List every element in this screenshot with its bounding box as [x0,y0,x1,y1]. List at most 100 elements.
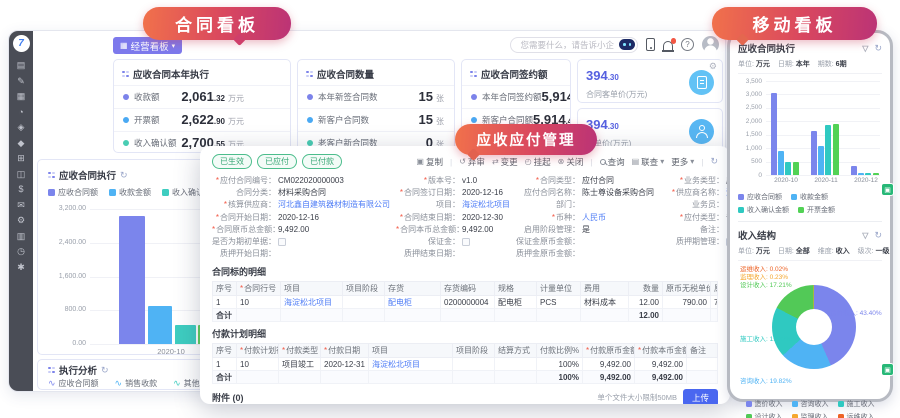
column-header: *付款原币金额 [583,344,635,358]
legend-item[interactable]: 应收合同额 [738,192,782,202]
legend-item[interactable]: 监理收入 [792,412,829,418]
field-value[interactable]: 人民币 [582,212,606,223]
metric-card-column: 394.30合同客单价(万元)⚙394.30客单价(万元) [577,59,723,152]
required-asterisk: * [240,284,243,293]
assistant-search-input[interactable]: 您需要什么，请告诉小企 [510,37,638,53]
stat-card: 应收合同数量本年新签合同数15张新客户合同数15张老客户新合同数0张 [297,59,455,153]
stat-label: 开票额 [134,114,160,126]
toolbar-suspend-button[interactable]: ◴挂起 [525,156,551,168]
folder-icon[interactable]: ▤ [17,61,26,70]
table-link[interactable]: 海淀松北项目 [284,298,332,307]
phone-icon[interactable] [646,38,655,51]
bar [148,306,172,344]
refresh-icon[interactable]: ↻ [874,43,882,54]
user-avatar[interactable] [702,36,719,53]
filter-funnel-icon[interactable]: ▽ [862,231,868,240]
legend-item[interactable]: 收款金额 [109,187,151,198]
legend-item[interactable]: 运维收入 [838,412,875,418]
asset-icon[interactable]: ◆ [17,139,26,148]
notification-bell-icon[interactable] [663,41,673,50]
toolbar-search-button[interactable]: 查询 [600,156,625,168]
chevron-down-icon: ▾ [172,42,176,50]
apps-icon[interactable]: ◫ [17,170,26,179]
required-asterisk: * [282,346,285,355]
field-value[interactable]: 河北鑫自建筑器材制造有限公司 [278,199,390,210]
legend-item[interactable]: 收入确认金额 [738,205,789,215]
app-logo[interactable]: 7 [13,35,30,52]
table-link[interactable]: 海淀松北项目 [372,360,420,369]
required-asterisk: * [680,176,683,185]
help-icon[interactable]: ? [681,38,694,51]
upload-button[interactable]: 上传 [683,389,718,404]
legend-item[interactable]: 开票金额 [798,205,835,215]
mobile-chart-legend: 应收合同额收款金额收入确认金额开票金额 [738,189,882,222]
toolbar-link-button[interactable]: ▤联查▾ [632,156,665,168]
order-icon[interactable]: ▦ [17,92,26,101]
report-icon[interactable]: ▥ [17,232,26,241]
donut-chart-area: 运维收入: 0.02%监理收入: 0.23%设计收入: 17.21%造价收入: … [738,263,882,397]
shield-icon[interactable]: ◈ [17,123,26,132]
toolbar-close-button[interactable]: ⊗关闭 [558,156,584,168]
required-asterisk: * [680,213,683,222]
mail-icon[interactable]: ✉ [17,201,26,210]
form-field: 质押结束日期： [396,248,510,260]
legend-item[interactable]: 咨询收入 [792,399,829,409]
gear-icon[interactable]: ⚙ [709,62,717,71]
form-field: 质押开始日期： [212,248,390,260]
column-header: *付款类型 [279,344,321,358]
status-pills: 已生效已应付已付款 [212,154,342,169]
form-field: 保证金： [396,235,510,247]
table-cell: 10 [237,358,279,371]
mobile-panel: 应收合同执行 ▽ ↻ 单位: 万元日期: 本年期数: 6期 3,5003,000… [727,30,893,402]
legend-item[interactable]: 应收合同额 [48,187,98,198]
field-value: 材料采购合同 [278,187,326,198]
table-cell [453,358,495,371]
table-link[interactable]: 配电柜 [388,298,412,307]
form-field: *核算供应商：河北鑫自建筑器材制造有限公司 [212,199,390,211]
donut-label: 设计收入: 17.21% [740,279,792,289]
legend-item[interactable]: ∿销售收款 [115,378,158,389]
card-handle-icon [122,71,129,78]
float-badge[interactable]: ▣ [881,183,894,196]
field-label: *合同类型： [516,175,580,186]
legend-item[interactable]: 收款金额 [791,192,828,202]
column-header: 项目 [369,344,453,358]
legend-item[interactable]: 施工收入 [838,399,875,409]
refresh-icon[interactable]: ↻ [710,156,718,167]
float-badge[interactable]: ▣ [881,363,894,376]
table-cell [687,358,718,371]
field-value: v1.0 [462,176,477,185]
contract-icon[interactable]: ✎ [17,77,26,86]
refresh-icon[interactable]: ↻ [874,230,882,241]
bar [818,146,824,175]
field-label: *业务类型： [660,175,724,186]
form-field: *合同签订日期：2020-12-16 [396,186,510,198]
robot-assistant-icon[interactable] [619,39,635,50]
checkbox[interactable] [278,238,286,246]
legend-item[interactable]: 设计收入 [746,412,783,418]
history-icon[interactable]: ◷ [17,247,26,256]
settings-icon[interactable]: ⚙ [17,216,26,225]
refresh-icon[interactable]: ↻ [101,365,109,376]
form-field: *合同原币总金额：9,492.00 [212,223,390,235]
refresh-icon[interactable]: ↻ [120,170,128,181]
calendar-icon[interactable]: ⊞ [17,154,26,163]
axis-label: 2,400.00 [46,239,86,246]
column-header: 项目阶段 [453,344,495,358]
filter-funnel-icon[interactable]: ▽ [862,44,868,53]
legend-item[interactable]: 造价收入 [746,399,783,409]
card-handle-icon [470,71,477,78]
finance-icon[interactable]: $ [17,185,26,194]
legend-item[interactable]: ∿应收合同额 [48,378,99,389]
checkbox[interactable] [462,238,470,246]
category-label: 2020-11 [806,177,846,184]
tools-icon[interactable]: ✱ [17,263,26,272]
axis-label: 1,600.00 [46,273,86,280]
toolbar-change-button[interactable]: ⇄变更 [492,156,518,168]
stat-card-title: 应收合同本年执行 [133,67,209,81]
field-value[interactable]: 海淀松北项目 [462,199,510,210]
form-field: *版本号：v1.0 [396,174,510,186]
notify-icon[interactable]: ◔ [17,108,26,117]
toolbar-copy-button[interactable]: ▣复制 [416,156,443,168]
toolbar-more-button[interactable]: 更多▾ [671,156,694,168]
